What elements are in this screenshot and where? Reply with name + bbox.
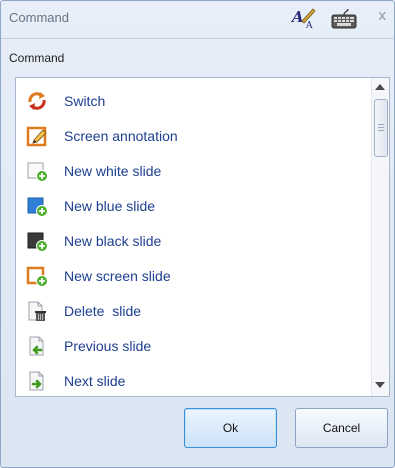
- list-item-previous-slide[interactable]: Previous slide: [16, 328, 370, 363]
- list-item-label: Switch: [64, 92, 106, 109]
- list-item-new-screen-slide[interactable]: New screen slide: [16, 258, 370, 293]
- list-item-label: New white slide: [64, 162, 162, 179]
- keyboard-icon[interactable]: [331, 8, 357, 35]
- scrollbar-thumb[interactable]: [374, 99, 388, 157]
- list-item-screen-annotation[interactable]: Screen annotation: [16, 118, 370, 153]
- list-item-label: Next slide: [64, 372, 126, 389]
- handwriting-font-icon[interactable]: A A: [290, 7, 317, 34]
- list-item-new-black-slide[interactable]: New black slide: [16, 223, 370, 258]
- title-bar: Command A A x: [1, 1, 394, 35]
- list-item-new-blue-slide[interactable]: New blue slide: [16, 188, 370, 223]
- grip-line: [378, 124, 384, 125]
- list-item-label: Previous slide: [64, 337, 152, 354]
- svg-text:A: A: [291, 8, 304, 26]
- new-blue-slide-icon: [26, 195, 48, 217]
- list-item-label: New screen slide: [64, 267, 171, 284]
- list-item-next-slide[interactable]: Next slide: [16, 363, 370, 398]
- delete-slide-icon: [26, 300, 48, 322]
- new-white-slide-icon: [26, 160, 48, 182]
- title-divider: [1, 38, 394, 39]
- list-scrollbar[interactable]: [371, 78, 389, 396]
- command-section-label: Command: [9, 51, 65, 65]
- ok-button[interactable]: Ok: [184, 408, 277, 448]
- scroll-up-arrow-icon[interactable]: [375, 84, 385, 90]
- switch-arrows-icon: [26, 90, 48, 112]
- close-icon[interactable]: x: [379, 7, 387, 24]
- grip-line: [378, 130, 384, 131]
- svg-text:A: A: [305, 21, 313, 29]
- button-bar: Ok Cancel: [1, 395, 394, 467]
- window-title: Command: [9, 10, 69, 25]
- command-list[interactable]: Switch Screen annotation New white slide…: [15, 77, 390, 397]
- new-black-slide-icon: [26, 230, 48, 252]
- list-item-switch[interactable]: Switch: [16, 83, 370, 118]
- list-item-label: Delete slide: [64, 302, 142, 319]
- scroll-down-arrow-icon[interactable]: [375, 382, 385, 388]
- list-item-label: Screen annotation: [64, 127, 178, 144]
- annotation-pencil-icon: [26, 125, 48, 147]
- previous-slide-icon: [26, 335, 48, 357]
- list-item-label: New black slide: [64, 232, 162, 249]
- list-item-delete-slide[interactable]: Delete slide: [16, 293, 370, 328]
- list-item-label: New blue slide: [64, 197, 156, 214]
- new-screen-slide-icon: [26, 265, 48, 287]
- list-item-new-white-slide[interactable]: New white slide: [16, 153, 370, 188]
- grip-line: [378, 127, 384, 128]
- command-dialog: Command A A x Command Switch Screen anno…: [0, 0, 395, 468]
- cancel-button[interactable]: Cancel: [295, 408, 388, 448]
- next-slide-icon: [26, 370, 48, 392]
